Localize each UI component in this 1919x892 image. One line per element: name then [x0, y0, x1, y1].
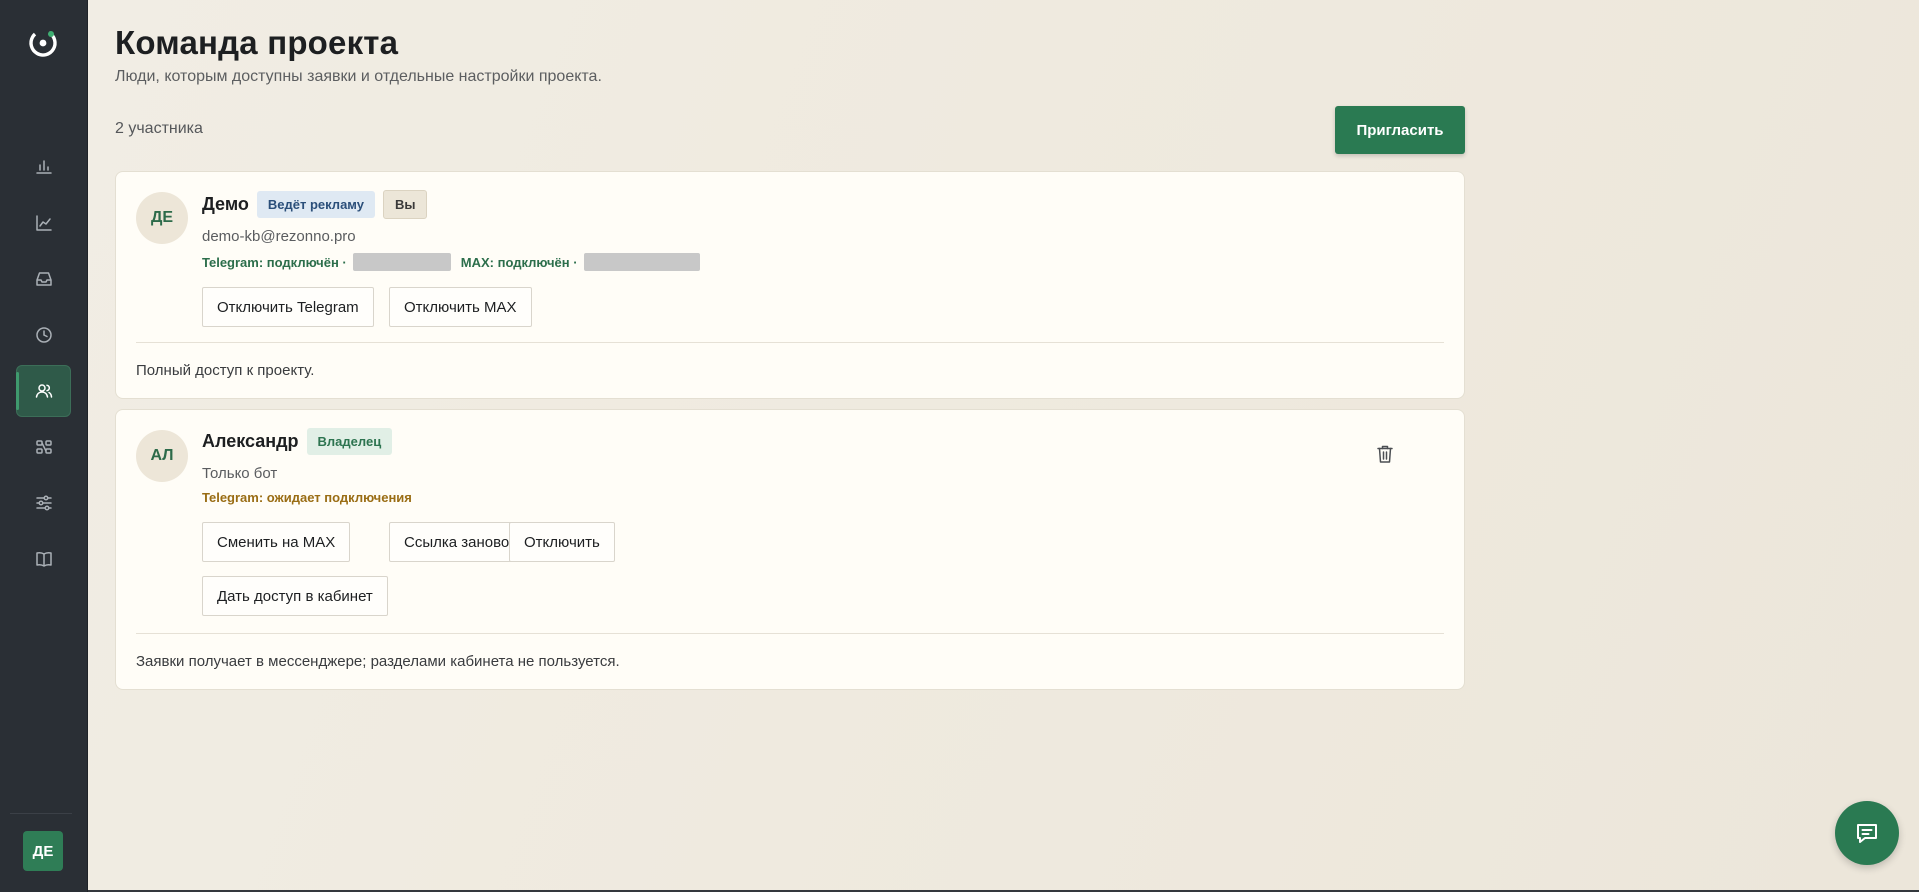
owner-badge: Владелец — [306, 428, 393, 455]
telegram-status: Telegram: подключён · — [202, 254, 347, 270]
sliders-icon — [35, 495, 52, 511]
card-divider — [136, 342, 1444, 343]
trash-icon[interactable] — [1376, 444, 1394, 464]
member-name: Александр — [202, 431, 299, 451]
sidebar-item-analytics[interactable] — [16, 140, 71, 192]
member-count: 2 участника — [115, 120, 203, 137]
redacted-handle — [352, 253, 451, 271]
bar-chart-icon — [35, 160, 52, 174]
disconnect-button[interactable]: Отключить — [509, 522, 615, 562]
page-subtitle: Люди, которым доступны заявки и отдельны… — [115, 68, 602, 85]
role-badge: Ведёт рекламу — [256, 191, 375, 218]
user-avatar[interactable]: ДЕ — [23, 831, 63, 871]
access-note: Полный доступ к проекту. — [136, 362, 315, 379]
disconnect-max-button[interactable]: Отключить MAX — [389, 287, 532, 327]
member-subtitle: Только бот — [202, 465, 278, 482]
access-note: Заявки получает в мессенджере; разделами… — [136, 653, 620, 670]
member-name-row: Александр Владелец — [202, 428, 393, 455]
app-window: ДЕ Команда проекта Люди, которым доступн… — [0, 0, 1919, 892]
sidebar-item-docs[interactable] — [16, 533, 71, 585]
chat-icon — [1857, 824, 1877, 843]
member-email: demo-kb@rezonno.pro — [202, 228, 356, 245]
sidebar-item-team[interactable] — [16, 365, 71, 417]
member-name-row: Демо Ведёт рекламу Вы — [202, 190, 428, 219]
telegram-status: Telegram: ожидает подключения — [202, 490, 412, 505]
messenger-status: Telegram: подключён · MAX: подключён · — [202, 253, 700, 271]
sidebar-item-history[interactable] — [16, 309, 71, 361]
book-icon — [35, 552, 52, 567]
grant-cabinet-access-button[interactable]: Дать доступ в кабинет — [202, 576, 388, 616]
member-card: АЛ Александр Владелец Только бот Telegra… — [115, 409, 1465, 690]
sidebar: ДЕ — [0, 0, 88, 892]
users-icon — [35, 384, 52, 398]
switch-to-max-button[interactable]: Сменить на MAX — [202, 522, 351, 562]
messenger-status: Telegram: ожидает подключения — [202, 490, 412, 505]
sidebar-divider — [10, 813, 72, 814]
sidebar-item-inbox[interactable] — [16, 253, 71, 305]
member-name: Демо — [202, 194, 249, 214]
support-chat-button[interactable] — [1835, 801, 1899, 865]
max-status: MAX: подключён · — [460, 254, 578, 270]
sidebar-item-settings[interactable] — [16, 477, 71, 529]
sidebar-item-reports[interactable] — [16, 197, 71, 249]
line-chart-icon — [35, 215, 52, 231]
redacted-handle — [583, 253, 700, 271]
disconnect-telegram-button[interactable]: Отключить Telegram — [202, 287, 374, 327]
page-title: Команда проекта — [115, 24, 399, 61]
inbox-icon — [35, 272, 52, 286]
you-badge: Вы — [382, 190, 428, 219]
card-divider — [136, 633, 1444, 634]
main-content: Команда проекта Люди, которым доступны з… — [88, 0, 1919, 890]
integrations-icon — [35, 440, 52, 454]
member-avatar: АЛ — [136, 430, 188, 482]
member-avatar: ДЕ — [136, 192, 188, 244]
sidebar-item-integrations[interactable] — [16, 421, 71, 473]
resend-link-button[interactable]: Ссылка заново — [389, 522, 525, 562]
member-card: ДЕ Демо Ведёт рекламу Вы demo-kb@rezonno… — [115, 171, 1465, 399]
logo-icon[interactable] — [26, 26, 60, 60]
invite-button[interactable]: Пригласить — [1335, 106, 1465, 154]
clock-icon — [35, 327, 52, 343]
